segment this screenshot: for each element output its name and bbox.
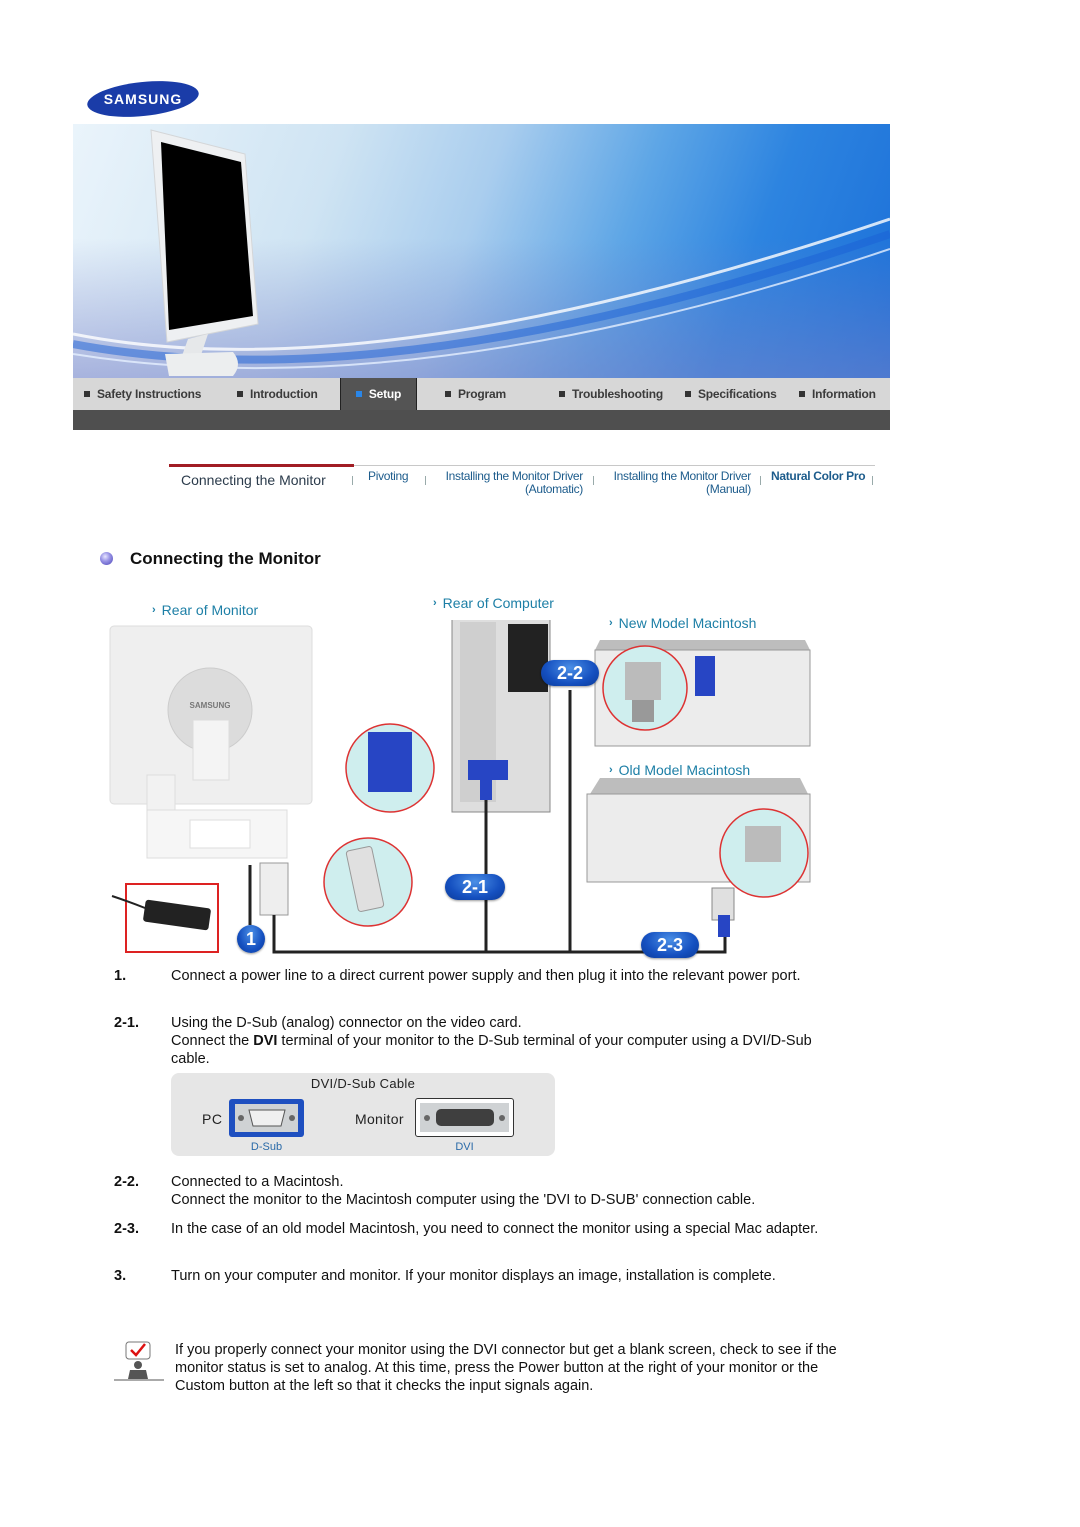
text-segment: Connect the (171, 1033, 254, 1049)
step-1: 1. Connect a power line to a direct curr… (114, 967, 854, 1005)
step-2-2: 2-2. Connected to a Macintosh. Connect t… (114, 1173, 854, 1211)
pc-tower-illustration (451, 620, 551, 813)
subnav-sublabel: (Manual) (706, 482, 751, 496)
bullet-icon (559, 391, 565, 397)
section-bullet-icon (100, 552, 113, 565)
nav-troubleshooting[interactable]: Troubleshooting (559, 378, 663, 410)
top-navigation: Safety Instructions Introduction Setup P… (73, 378, 890, 410)
subnav-label: Pivoting (368, 469, 409, 483)
step-text: Connect a power line to a direct current… (171, 968, 801, 984)
nav-label: Setup (368, 387, 402, 401)
subnav-driver-automatic[interactable]: Installing the Monitor Driver (Automatic) (438, 470, 584, 496)
step-badge-2-3: 2-3 (641, 932, 699, 958)
note-text: If you properly connect your monitor usi… (175, 1342, 837, 1394)
bullet-icon (685, 391, 691, 397)
bullet-icon (799, 391, 805, 397)
dsub-label: D-Sub (250, 1141, 283, 1153)
nav-label: Troubleshooting (572, 387, 663, 401)
dvi-emphasis: DVI (253, 1033, 278, 1049)
subnav-driver-manual[interactable]: Installing the Monitor Driver (Manual) (606, 470, 752, 496)
nav-label: Introduction (250, 387, 318, 401)
step-number: 1. (114, 968, 127, 984)
nav-label: Information (812, 387, 876, 401)
step-text: Turn on your computer and monitor. If yo… (171, 1268, 776, 1284)
step-2-1: 2-1. Using the D-Sub (analog) connector … (114, 1014, 854, 1070)
nav-safety-instructions[interactable]: Safety Instructions (84, 378, 201, 410)
step-number: 3. (114, 1268, 127, 1284)
subnav-label: Natural Color Pro (771, 469, 866, 483)
connection-diagram: SAMSUNG (109, 620, 811, 954)
subnav-connecting-monitor[interactable]: Connecting the Monitor (181, 472, 326, 488)
bullet-icon (445, 391, 451, 397)
nav-label: Safety Instructions (97, 387, 202, 401)
cable-monitor-label: Monitor (355, 1111, 404, 1127)
step-2-3: 2-3. In the case of an old model Macinto… (114, 1220, 854, 1258)
monitor-rear-illustration: SAMSUNG (109, 625, 313, 859)
new-macintosh-illustration (594, 640, 811, 747)
step-text-2: Connect the monitor to the Macintosh com… (171, 1192, 756, 1208)
subnav-separator (593, 476, 594, 485)
bullet-icon (237, 391, 243, 397)
monitor-illustration (73, 129, 890, 376)
dvi-label: DVI (455, 1141, 474, 1153)
subnav-natural-color-pro[interactable]: Natural Color Pro (771, 469, 866, 483)
badge-text: 2-3 (656, 934, 683, 955)
dsub-port-icon (229, 1099, 304, 1137)
label-text: Rear of Computer (442, 595, 554, 611)
step-text: In the case of an old model Macintosh, y… (171, 1221, 819, 1237)
subnav-active-indicator (169, 464, 354, 467)
subnav-separator (425, 476, 426, 485)
nav-bottom-bar (73, 410, 890, 430)
nav-information[interactable]: Information (799, 378, 876, 410)
nav-setup[interactable]: Setup (340, 378, 417, 410)
note-check-icon (114, 1341, 164, 1381)
step-text-2: Connect the DVI terminal of your monitor… (171, 1032, 851, 1068)
step-text: Using the D-Sub (analog) connector on th… (171, 1015, 522, 1031)
cable-pc-label: PC (202, 1111, 223, 1127)
badge-text: 1 (245, 928, 256, 949)
cable-title: DVI/D-Sub Cable (310, 1076, 416, 1091)
svg-text:SAMSUNG: SAMSUNG (190, 701, 231, 710)
subnav-separator (352, 476, 353, 485)
subnav-label: Connecting the Monitor (181, 472, 326, 488)
nav-program[interactable]: Program (445, 378, 506, 410)
step-badge-1: 1 (237, 925, 265, 953)
nav-label: Specifications (698, 387, 777, 401)
subnav-pivoting[interactable]: Pivoting (368, 469, 409, 483)
chevron-right-icon: › (433, 597, 437, 609)
subnav-sublabel: (Automatic) (524, 482, 583, 496)
bullet-icon (84, 391, 90, 397)
step-number: 2-2. (114, 1174, 139, 1190)
page-title: Connecting the Monitor (130, 549, 321, 568)
step-badge-2-1: 2-1 (445, 874, 505, 900)
old-macintosh-illustration (586, 778, 811, 937)
logo-text: SAMSUNG (104, 91, 183, 107)
nav-introduction[interactable]: Introduction (237, 378, 318, 410)
samsung-logo[interactable]: SAMSUNG (86, 79, 200, 119)
power-adapter (143, 899, 211, 931)
nav-specifications[interactable]: Specifications (685, 378, 777, 410)
step-3: 3. Turn on your computer and monitor. If… (114, 1267, 854, 1305)
label-text: Rear of Monitor (161, 602, 259, 618)
badge-text: 2-2 (556, 662, 583, 683)
hero-banner (73, 124, 890, 378)
bullet-icon (355, 391, 362, 397)
step-number: 2-1. (114, 1015, 139, 1031)
step-badge-2-2: 2-2 (541, 660, 599, 686)
step-number: 2-3. (114, 1221, 139, 1237)
dvi-port-icon (415, 1098, 514, 1137)
label-rear-of-computer: › Rear of Computer (433, 595, 554, 611)
subnav-separator (872, 476, 873, 485)
badge-text: 2-1 (461, 876, 488, 897)
step-text: Connected to a Macintosh. (171, 1174, 344, 1190)
subnav-separator (760, 476, 761, 485)
nav-label: Program (458, 387, 506, 401)
label-rear-of-monitor: › Rear of Monitor (152, 602, 258, 618)
chevron-right-icon: › (152, 604, 156, 616)
